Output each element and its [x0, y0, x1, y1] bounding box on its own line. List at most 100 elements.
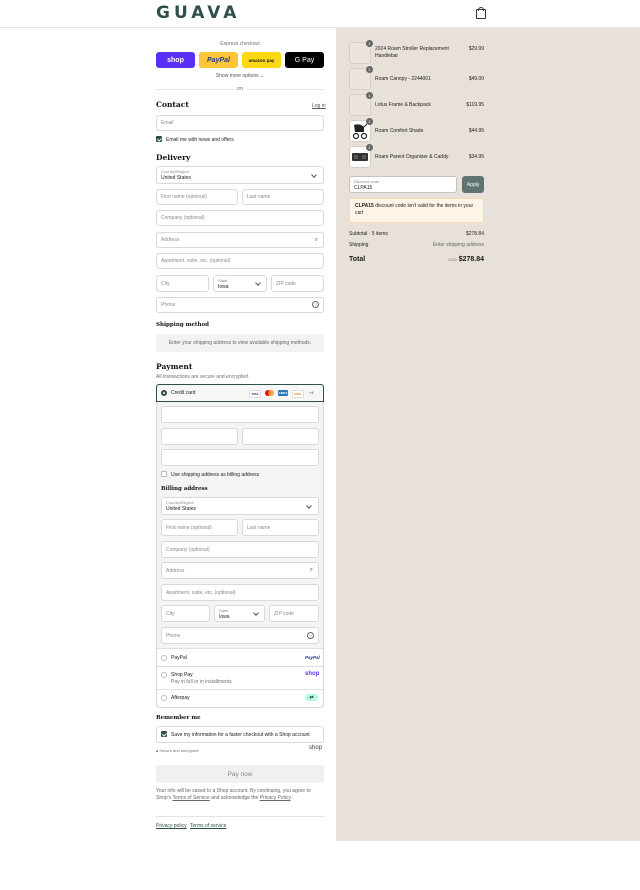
divider [157, 666, 323, 667]
shop-pay-subtitle: Pay in full or in installments [171, 679, 232, 685]
billing-phone-field[interactable]: Phone? [161, 627, 319, 644]
product-name: Roam Parent Organizer & Caddy [375, 154, 449, 160]
last-name-placeholder: Last name [247, 194, 271, 200]
chevron-down-icon [306, 503, 312, 509]
billing-address-field[interactable]: Address ⌕ [161, 562, 319, 579]
billing-city-field[interactable]: City [161, 605, 210, 622]
state-label: State [218, 278, 228, 283]
shop-terms-link[interactable]: Terms of Service [172, 795, 209, 801]
email-news-checkbox[interactable] [156, 136, 162, 142]
quantity-badge: 1 [366, 66, 373, 73]
product-price: $49.00 [468, 76, 484, 82]
product-price: $29.99 [468, 46, 484, 52]
company-field[interactable]: Company (optional) [156, 210, 324, 226]
chevron-down-icon: ⌄ [260, 73, 265, 79]
use-shipping-address-label: Use shipping address as billing address [171, 472, 260, 478]
billing-zip-placeholder: ZIP code [274, 610, 294, 617]
shop-privacy-link[interactable]: Privacy Policy [260, 795, 291, 801]
zip-placeholder: ZIP code [276, 280, 296, 287]
afterpay-radio[interactable] [161, 695, 167, 701]
email-placeholder: Email [161, 120, 174, 126]
lock-icon: 🔒︎ [156, 748, 159, 753]
show-more-options-link[interactable]: Show more options ⌄ [156, 73, 324, 79]
amazon-pay-express-button[interactable]: amazon pay [242, 52, 281, 68]
paypal-express-button[interactable]: PayPal [199, 52, 238, 68]
name-on-card-field[interactable] [161, 449, 319, 466]
phone-field[interactable]: Phone? [156, 297, 324, 313]
mastercard-icon [264, 390, 275, 396]
remember-me-heading: Remember me [156, 715, 201, 721]
total-amount: USD $278.84 [448, 256, 484, 263]
divider [157, 689, 323, 690]
terms-of-service-link[interactable]: Terms of service [190, 823, 226, 829]
shop-pay-logo: shop [305, 671, 320, 677]
zip-field[interactable]: ZIP code [271, 275, 324, 292]
secure-encrypted-label: Secure and encrypted [159, 748, 199, 753]
product-name: 2024 Roam Stroller Replacement Handlebar [375, 46, 449, 59]
address-field[interactable]: Address ⌕ [156, 232, 324, 248]
paypal-radio[interactable] [161, 655, 167, 661]
discount-code-field[interactable]: Discount code CLPA15 [349, 176, 457, 193]
help-icon[interactable]: ? [307, 632, 314, 639]
currency-code: USD [448, 257, 457, 262]
chevron-down-icon [253, 610, 259, 616]
total-value: $278.84 [458, 256, 484, 263]
billing-state-select[interactable]: State Iowa [214, 605, 265, 622]
store-logo[interactable]: GUAVA [156, 3, 240, 23]
state-value: Iowa [218, 284, 229, 290]
billing-last-name-field[interactable]: Last name [242, 519, 319, 536]
or-divider-label: OR [233, 86, 247, 91]
product-price: $44.95 [468, 128, 484, 134]
discount-code-value: CLPA15 [354, 185, 373, 191]
state-select[interactable]: State Iowa [213, 275, 267, 292]
billing-first-name-field[interactable]: First name (optional) [161, 519, 238, 536]
legal-text: Your info will be saved to a Shop accoun… [156, 788, 326, 802]
security-code-field[interactable] [242, 428, 319, 445]
paypal-option-label[interactable]: PayPal [171, 655, 187, 661]
chevron-down-icon [255, 280, 261, 286]
billing-zip-field[interactable]: ZIP code [269, 605, 319, 622]
shop-pay-option-label[interactable]: Shop Pay [171, 672, 193, 678]
log-in-link[interactable]: Log in [312, 103, 326, 109]
card-number-field[interactable] [161, 406, 319, 423]
first-name-field[interactable]: First name (optional) [156, 189, 238, 205]
pay-now-button[interactable]: Pay now [156, 765, 324, 783]
email-news-label: Email me with news and offers [166, 137, 234, 143]
google-pay-express-button[interactable]: G Pay [285, 52, 324, 68]
apartment-field[interactable]: Apartment, suite, etc. (optional) [156, 253, 324, 269]
shipping-value: Enter shipping address [432, 242, 484, 248]
billing-country-label: Country/Region [166, 500, 194, 505]
billing-first-name-placeholder: First name (optional) [166, 524, 212, 531]
apply-discount-button[interactable]: Apply [462, 176, 484, 193]
credit-card-radio[interactable] [161, 390, 167, 396]
afterpay-logo-icon: ⇄ [305, 694, 318, 701]
help-icon[interactable]: ? [312, 301, 319, 308]
credit-card-label: Credit card [171, 390, 196, 396]
billing-company-field[interactable]: Company (optional) [161, 541, 319, 558]
express-checkout-title: Express checkout [220, 41, 260, 47]
save-info-label: Save my information for a faster checkou… [171, 732, 310, 738]
amex-icon: AMEX [278, 390, 288, 396]
subtotal-value: $278.84 [465, 231, 484, 237]
save-info-checkbox[interactable] [161, 731, 167, 737]
shop-pay-express-button[interactable]: shop [156, 52, 195, 68]
city-field[interactable]: City [156, 275, 209, 292]
billing-country-select[interactable]: Country/Region United States [161, 497, 319, 515]
country-select[interactable]: Country/Region United States [156, 166, 324, 184]
search-icon: ⌕ [309, 567, 313, 573]
use-shipping-address-checkbox[interactable] [161, 471, 167, 477]
product-name: Roam Canopy - 2244001 [375, 76, 431, 82]
shipping-method-notice: Enter your shipping address to view avai… [156, 334, 324, 352]
chevron-down-icon [311, 172, 317, 178]
email-field[interactable]: Email [156, 115, 324, 131]
shopping-bag-icon[interactable] [476, 7, 486, 19]
billing-country-value: United States [166, 506, 197, 512]
afterpay-option-label[interactable]: Afterpay [171, 695, 190, 701]
expiration-date-field[interactable] [161, 428, 238, 445]
shop-pay-radio[interactable] [161, 672, 167, 678]
secure-encrypted-note: 🔒︎ Secure and encrypted [156, 748, 198, 753]
privacy-policy-link[interactable]: Privacy policy [156, 823, 187, 829]
subtotal-label: Subtotal · 5 items [349, 231, 388, 237]
billing-apartment-field[interactable]: Apartment, suite, etc. (optional) [161, 584, 319, 601]
last-name-field[interactable]: Last name [242, 189, 324, 205]
